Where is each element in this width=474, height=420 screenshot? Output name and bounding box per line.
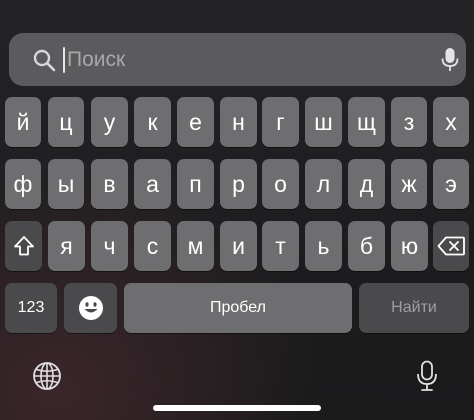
key-letter[interactable]: к [134, 97, 171, 147]
space-key[interactable]: Пробел [124, 283, 352, 333]
key-letter[interactable]: д [348, 159, 385, 209]
key-letter[interactable]: н [220, 97, 257, 147]
key-letter[interactable]: п [177, 159, 214, 209]
backspace-icon [437, 236, 465, 256]
dictation-microphone-icon[interactable] [416, 360, 438, 392]
keyboard-row-3: я ч с м и т ь б ю [0, 221, 474, 271]
home-indicator[interactable] [153, 405, 321, 411]
search-input[interactable] [67, 41, 417, 79]
key-letter[interactable]: х [433, 97, 469, 147]
key-letter[interactable]: э [433, 159, 469, 209]
key-letter[interactable]: ж [391, 159, 427, 209]
key-letter[interactable]: ю [391, 221, 428, 271]
key-letter[interactable]: й [5, 97, 41, 147]
key-letter[interactable]: щ [348, 97, 385, 147]
key-letter[interactable]: л [305, 159, 342, 209]
key-letter[interactable]: ы [48, 159, 84, 209]
key-letter[interactable]: г [262, 97, 299, 147]
text-cursor [63, 47, 65, 73]
key-letter[interactable]: в [91, 159, 128, 209]
key-letter[interactable]: у [91, 97, 128, 147]
microphone-icon[interactable] [441, 47, 459, 73]
key-letter[interactable]: з [391, 97, 427, 147]
search-bar[interactable] [9, 33, 466, 86]
key-letter[interactable]: с [134, 221, 171, 271]
keyboard-row-1: й ц у к е н г ш щ з х [0, 97, 474, 147]
key-letter[interactable]: о [262, 159, 299, 209]
key-letter[interactable]: е [177, 97, 214, 147]
key-letter[interactable]: ц [48, 97, 84, 147]
keyboard-row-4: 123 Пробел Найти [0, 283, 474, 333]
search-icon [33, 49, 56, 72]
key-letter[interactable]: м [177, 221, 214, 271]
key-letter[interactable]: т [262, 221, 299, 271]
shift-key[interactable] [5, 221, 42, 271]
key-letter[interactable]: ф [5, 159, 41, 209]
emoji-icon [78, 296, 103, 320]
backspace-key[interactable] [433, 221, 469, 271]
key-letter[interactable]: ь [305, 221, 342, 271]
key-letter[interactable]: р [220, 159, 257, 209]
numbers-key[interactable]: 123 [5, 283, 57, 333]
keyboard-row-2: ф ы в а п р о л д ж э [0, 159, 474, 209]
key-letter[interactable]: ч [91, 221, 128, 271]
globe-icon[interactable] [32, 361, 62, 391]
key-letter[interactable]: я [48, 221, 85, 271]
shift-arrow-icon [13, 236, 34, 256]
key-letter[interactable]: а [134, 159, 171, 209]
emoji-key[interactable] [64, 283, 117, 333]
search-go-key[interactable]: Найти [359, 283, 469, 333]
key-letter[interactable]: б [348, 221, 385, 271]
key-letter[interactable]: и [220, 221, 257, 271]
key-letter[interactable]: ш [305, 97, 342, 147]
